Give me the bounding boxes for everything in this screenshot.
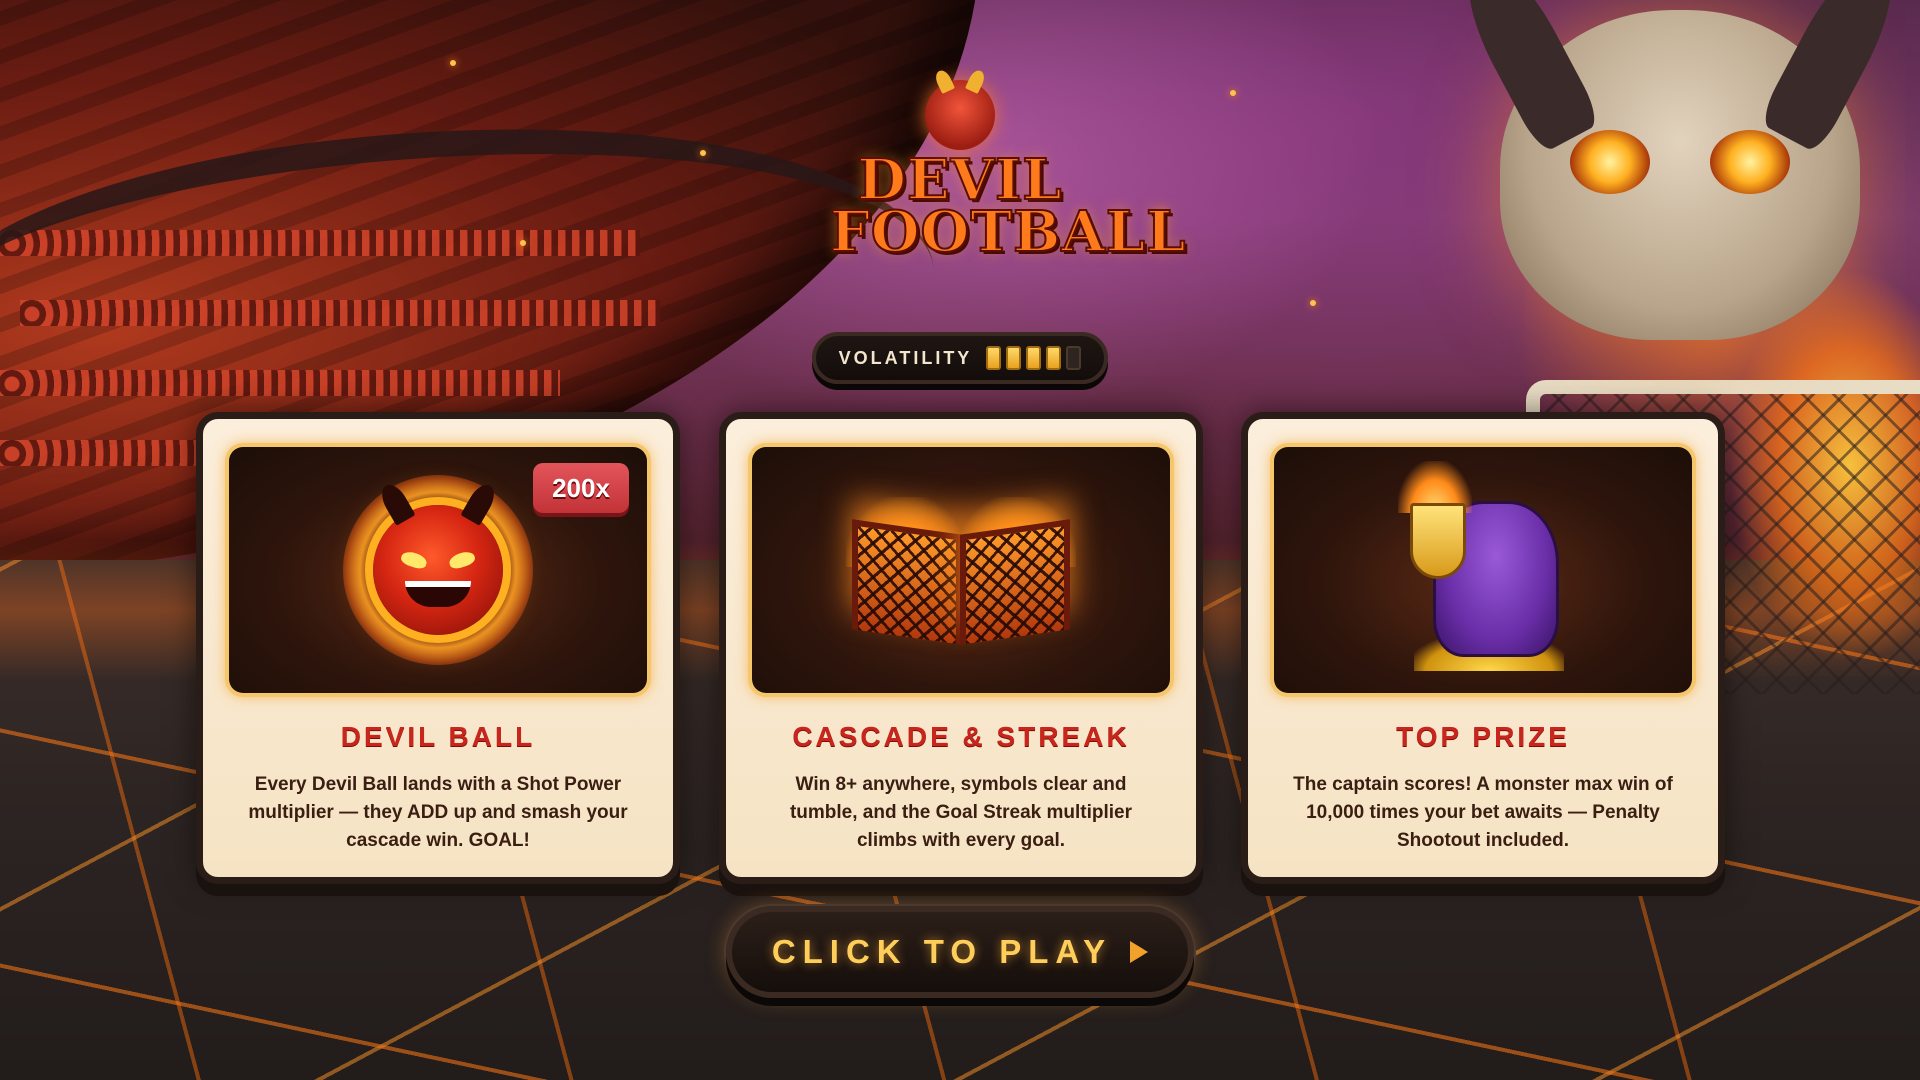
feature-card-cascade-streak: CASCADE & STREAK Win 8+ anywhere, symbol… xyxy=(719,412,1203,884)
ember xyxy=(700,150,706,156)
logo-title-line2: FOOTBALL xyxy=(829,199,1187,265)
click-to-play-button[interactable]: CLICK TO PLAY xyxy=(726,906,1194,998)
flaming-goal-icon xyxy=(852,519,962,645)
card-art xyxy=(752,447,1170,693)
ember xyxy=(450,60,456,66)
game-logo: DEVIL FOOTBALL xyxy=(829,80,1187,265)
card-description: Every Devil Ball lands with a Shot Power… xyxy=(248,774,628,851)
skull-eye-icon xyxy=(1570,130,1650,194)
card-title: DEVIL BALL xyxy=(340,721,536,752)
card-title: TOP PRIZE xyxy=(1396,721,1570,752)
volatility-bar xyxy=(1046,346,1062,370)
play-triangle-icon xyxy=(1130,941,1149,963)
feature-card-top-prize: TOP PRIZE The captain scores! A monster … xyxy=(1241,412,1725,884)
feature-card-devil-ball: 200x DEVIL BALL Every Devil Ball lands w… xyxy=(196,412,680,884)
flaming-goal-icon xyxy=(960,519,1070,645)
volatility-indicator: VOLATILITY xyxy=(812,332,1108,384)
multiplier-badge: 200x xyxy=(533,463,629,513)
grin-icon xyxy=(405,581,471,607)
eye-icon xyxy=(447,549,477,571)
volatility-bars xyxy=(986,346,1082,370)
ember xyxy=(1230,90,1236,96)
eye-icon xyxy=(399,549,429,571)
ember xyxy=(1310,300,1316,306)
card-description: Win 8+ anywhere, symbols clear and tumbl… xyxy=(789,774,1133,851)
demon-skull-icon xyxy=(1447,0,1913,340)
volatility-label: VOLATILITY xyxy=(838,347,973,368)
ember xyxy=(520,240,526,246)
volatility-bar xyxy=(1006,346,1022,370)
card-art: 200x xyxy=(229,447,647,693)
volatility-bar xyxy=(986,346,1002,370)
devil-mascot-icon xyxy=(925,80,995,150)
play-button-label: CLICK TO PLAY xyxy=(771,933,1113,970)
volatility-bar xyxy=(1066,346,1082,370)
skull-eye-icon xyxy=(1710,130,1790,194)
volatility-bar xyxy=(1026,346,1042,370)
trophy-icon xyxy=(1410,503,1466,579)
devil-ball-icon xyxy=(373,480,503,635)
card-title: CASCADE & STREAK xyxy=(792,721,1130,752)
card-description: The captain scores! A monster max win of… xyxy=(1293,774,1673,851)
card-art xyxy=(1274,447,1692,693)
